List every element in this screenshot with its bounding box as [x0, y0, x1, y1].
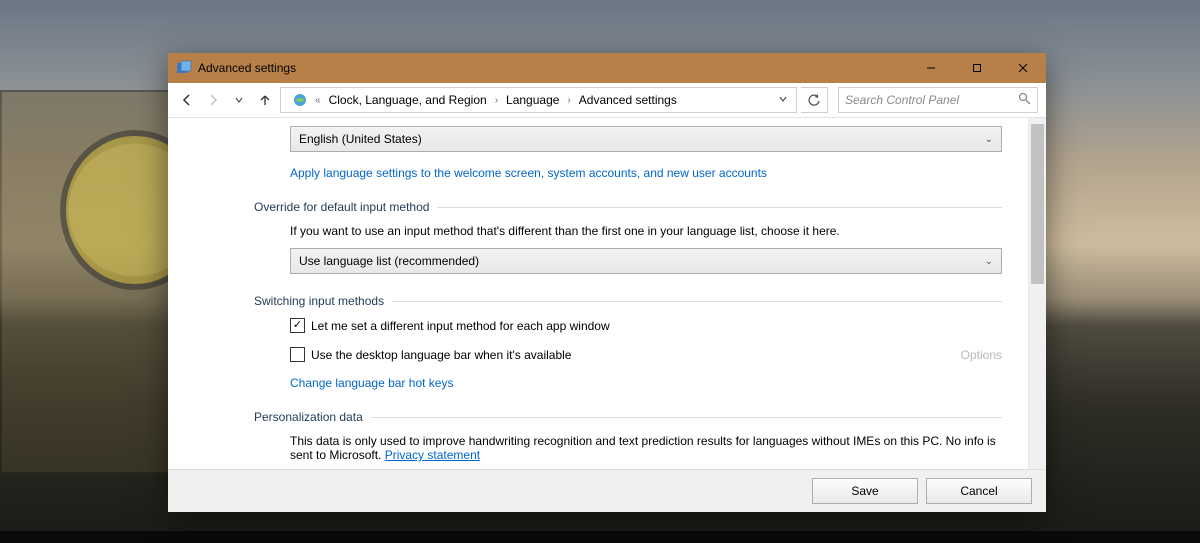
override-input-description: If you want to use an input method that'… — [290, 224, 1002, 238]
forward-button[interactable] — [202, 89, 224, 111]
search-placeholder: Search Control Panel — [845, 93, 1018, 107]
chevron-down-icon: ⌄ — [985, 134, 993, 145]
chevron-right-icon[interactable]: › — [563, 95, 574, 106]
apply-welcome-link[interactable]: Apply language settings to the welcome s… — [290, 166, 767, 180]
minimize-button[interactable] — [908, 53, 954, 83]
breadcrumb-advanced[interactable]: Advanced settings — [575, 93, 681, 107]
divider — [371, 417, 1002, 418]
breadcrumb-region[interactable]: Clock, Language, and Region — [325, 93, 491, 107]
maximize-button[interactable] — [954, 53, 1000, 83]
override-input-group: Override for default input method If you… — [254, 200, 1002, 274]
window-controls — [908, 53, 1046, 83]
switching-group: Switching input methods Let me set a dif… — [254, 294, 1002, 390]
breadcrumb-language[interactable]: Language — [502, 93, 563, 107]
language-bar-checkbox[interactable] — [290, 347, 305, 362]
override-input-heading: Override for default input method — [254, 200, 429, 214]
per-app-input-checkbox[interactable] — [290, 318, 305, 333]
region-icon — [291, 91, 309, 109]
taskbar[interactable] — [0, 531, 1200, 543]
search-icon — [1018, 92, 1031, 108]
back-button[interactable] — [176, 89, 198, 111]
refresh-button[interactable] — [801, 87, 828, 113]
chevron-icon[interactable]: « — [311, 95, 325, 106]
personalization-group: Personalization data This data is only u… — [254, 410, 1002, 462]
display-language-select[interactable]: English (United States) ⌄ — [290, 126, 1002, 152]
control-panel-window: Advanced settings — [168, 53, 1046, 512]
default-input-method-select[interactable]: Use language list (recommended) ⌄ — [290, 248, 1002, 274]
chevron-down-icon: ⌄ — [985, 256, 993, 267]
address-bar[interactable]: « Clock, Language, and Region › Language… — [280, 87, 797, 113]
display-language-value: English (United States) — [299, 132, 422, 146]
up-button[interactable] — [254, 89, 276, 111]
window-body: English (United States) ⌄ Apply language… — [168, 118, 1046, 469]
cancel-button[interactable]: Cancel — [926, 478, 1032, 504]
search-input[interactable]: Search Control Panel — [838, 87, 1038, 113]
control-panel-icon — [176, 60, 192, 76]
content-pane: English (United States) ⌄ Apply language… — [168, 118, 1028, 469]
personalization-heading: Personalization data — [254, 410, 363, 424]
language-bar-label[interactable]: Use the desktop language bar when it's a… — [311, 348, 571, 362]
per-app-input-label[interactable]: Let me set a different input method for … — [311, 319, 610, 333]
per-app-input-row: Let me set a different input method for … — [290, 318, 1002, 333]
vertical-scrollbar[interactable] — [1028, 118, 1046, 469]
address-dropdown-icon[interactable] — [774, 93, 792, 107]
titlebar[interactable]: Advanced settings — [168, 53, 1046, 83]
divider — [437, 207, 1002, 208]
nav-row: « Clock, Language, and Region › Language… — [168, 83, 1046, 118]
privacy-statement-link[interactable]: Privacy statement — [385, 448, 480, 462]
language-bar-options-link: Options — [961, 348, 1002, 362]
dialog-footer: Save Cancel — [168, 469, 1046, 512]
divider — [392, 301, 1002, 302]
scrollbar-thumb[interactable] — [1031, 124, 1044, 284]
chevron-right-icon[interactable]: › — [491, 95, 502, 106]
personalization-description: This data is only used to improve handwr… — [290, 434, 1002, 462]
close-button[interactable] — [1000, 53, 1046, 83]
language-bar-row: Use the desktop language bar when it's a… — [290, 347, 1002, 362]
switching-heading: Switching input methods — [254, 294, 384, 308]
hotkeys-link[interactable]: Change language bar hot keys — [290, 376, 453, 390]
recent-locations-button[interactable] — [228, 89, 250, 111]
default-input-method-value: Use language list (recommended) — [299, 254, 479, 268]
window-title: Advanced settings — [198, 61, 296, 75]
save-button[interactable]: Save — [812, 478, 918, 504]
